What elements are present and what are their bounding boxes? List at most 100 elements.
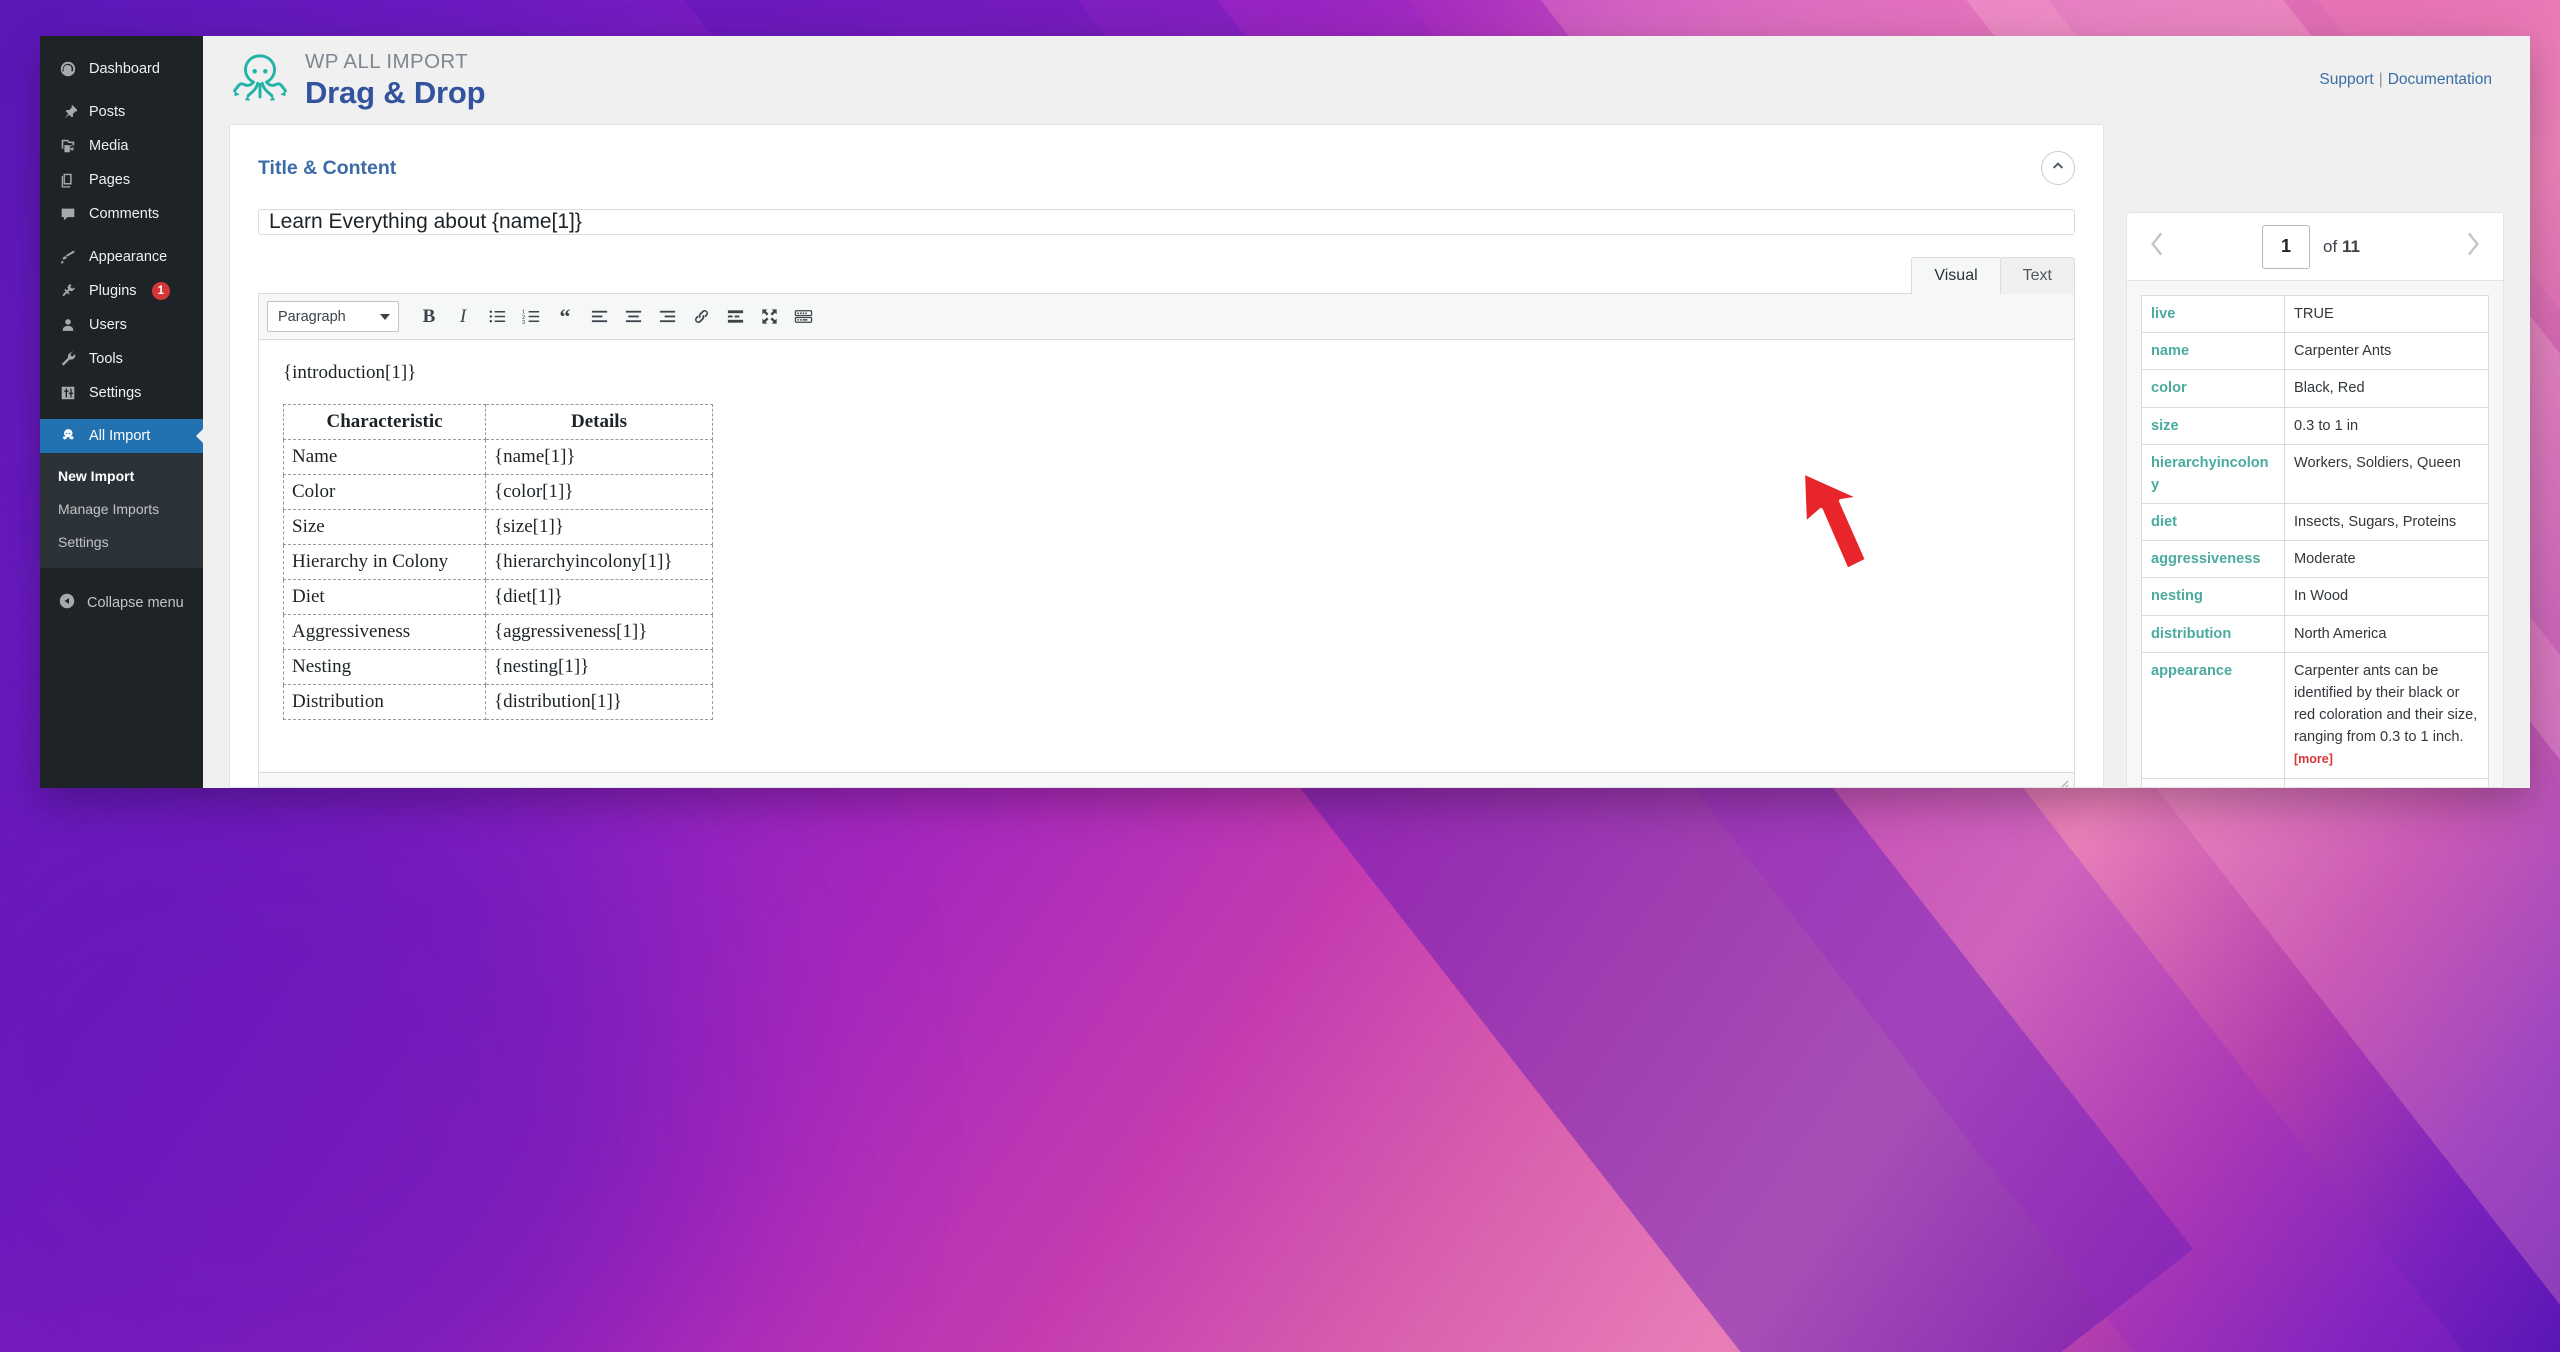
record-field-value: Carpenter Ants: [2284, 332, 2489, 371]
numbered-list-button[interactable]: 123: [515, 302, 547, 332]
sidebar-divider: [40, 86, 203, 95]
brand-block: WP ALL IMPORT Drag & Drop: [229, 49, 486, 111]
sidebar-item-pages[interactable]: Pages: [40, 163, 203, 197]
submenu-item-settings[interactable]: Settings: [40, 526, 203, 559]
sidebar-item-comments[interactable]: Comments: [40, 197, 203, 231]
header-help-links: Support | Documentation: [2319, 71, 2492, 89]
sidebar-item-label: Pages: [89, 171, 131, 188]
support-link[interactable]: Support: [2319, 71, 2373, 88]
collapse-menu-label: Collapse menu: [87, 595, 184, 611]
paragraph-format-select[interactable]: Paragraph: [267, 301, 399, 332]
record-field-row: nesting In Wood: [2141, 577, 2489, 616]
sidebar-item-label: Users: [89, 316, 127, 333]
table-cell-characteristic: Color: [283, 474, 486, 510]
octopus-logo-icon: [229, 49, 291, 111]
table-cell-characteristic: Nesting: [283, 649, 486, 685]
italic-button[interactable]: I: [447, 302, 479, 332]
editor-resize-bar[interactable]: [259, 772, 2074, 787]
record-field-row: name Carpenter Ants: [2141, 332, 2489, 371]
record-field-row: hierarchyincolony Workers, Soldiers, Quee…: [2141, 443, 2489, 505]
post-title-value: Learn Everything about {name[1]}: [269, 210, 582, 233]
page-number-input[interactable]: 1: [2262, 224, 2311, 269]
record-field-row: appearance Carpenter ants can be identifi…: [2141, 651, 2489, 779]
record-field-value: Black, Red: [2284, 369, 2489, 408]
brand-text: WP ALL IMPORT Drag & Drop: [305, 49, 486, 108]
submenu-item-manage-imports[interactable]: Manage Imports: [40, 493, 203, 526]
align-left-button[interactable]: [583, 302, 615, 332]
collapse-section-button[interactable]: [2041, 151, 2075, 185]
next-record-button[interactable]: [2455, 227, 2489, 267]
sidebar-item-settings[interactable]: Settings: [40, 376, 203, 410]
resize-grip-icon: [2057, 778, 2069, 787]
admin-sidebar: Dashboard Posts Media Pages Comments App…: [40, 36, 203, 788]
chevron-up-icon: [2050, 158, 2066, 179]
sidebar-item-users[interactable]: Users: [40, 308, 203, 342]
sidebar-item-appearance[interactable]: Appearance: [40, 240, 203, 274]
record-field-value: Carpenter ants can be identified by thei…: [2284, 651, 2489, 779]
align-right-button[interactable]: [651, 302, 683, 332]
sidebar-item-label: Tools: [89, 350, 123, 367]
table-header-row: Characteristic Details: [283, 404, 713, 440]
table-cell-details: {nesting[1]}: [485, 649, 713, 685]
tab-text[interactable]: Text: [1999, 257, 2075, 294]
sidebar-item-posts[interactable]: Posts: [40, 95, 203, 129]
sidebar-item-dashboard[interactable]: Dashboard: [40, 52, 203, 86]
main-content: WP ALL IMPORT Drag & Drop Support | Docume…: [203, 36, 2530, 788]
fullscreen-button[interactable]: [753, 302, 785, 332]
title-content-card: Title & Content Learn Everything about {…: [229, 124, 2104, 788]
record-field-row: aggressiveness Moderate: [2141, 540, 2489, 579]
align-center-button[interactable]: [617, 302, 649, 332]
table-cell-details: {distribution[1]}: [485, 684, 713, 720]
bulleted-list-button[interactable]: [481, 302, 513, 332]
table-cell-characteristic: Distribution: [283, 684, 486, 720]
editor-content-body[interactable]: {introduction[1]} Characteristic Details…: [259, 340, 2074, 772]
brush-icon: [58, 247, 78, 267]
record-field-row: habitatCarpenter ants nest in wood, crea…: [2141, 777, 2489, 787]
record-field-key: diet: [2141, 503, 2285, 542]
sidebar-item-label: Dashboard: [89, 60, 160, 77]
table-row: Name {name[1]}: [283, 439, 713, 475]
table-cell-characteristic: Aggressiveness: [283, 614, 486, 650]
table-cell-details: {aggressiveness[1]}: [485, 614, 713, 650]
previous-record-button[interactable]: [2141, 227, 2175, 267]
column-header-characteristic: Characteristic: [283, 404, 486, 440]
blockquote-button[interactable]: “: [549, 302, 581, 332]
more-link[interactable]: [more]: [2294, 752, 2333, 766]
documentation-link[interactable]: Documentation: [2388, 71, 2492, 88]
post-title-input[interactable]: Learn Everything about {name[1]}: [258, 209, 2075, 235]
wrench-icon: [58, 349, 78, 369]
editor-intro-shortcode: {introduction[1]}: [283, 362, 417, 383]
sidebar-item-plugins[interactable]: Plugins 1: [40, 274, 203, 308]
collapse-arrow-icon: [58, 592, 76, 614]
record-field-row: color Black, Red: [2141, 369, 2489, 408]
record-field-key: name: [2141, 332, 2285, 371]
editor-box: Paragraph B I 123 “ {introduction[1]} Ch…: [258, 293, 2075, 787]
table-cell-details: {hierarchyincolony[1]}: [485, 544, 713, 580]
table-row: Color {color[1]}: [283, 474, 713, 510]
all-import-submenu: New Import Manage Imports Settings: [40, 453, 203, 568]
editor-table-body: Name {name[1]} Color {color[1]} Size {size[1]…: [283, 439, 713, 720]
insert-link-button[interactable]: [685, 302, 717, 332]
record-field-row: distribution North America: [2141, 614, 2489, 653]
submenu-item-new-import[interactable]: New Import: [40, 460, 203, 493]
record-field-key: size: [2141, 406, 2285, 445]
sidebar-item-tools[interactable]: Tools: [40, 342, 203, 376]
toolbar-toggle-button[interactable]: [787, 302, 819, 332]
sidebar-item-label: Posts: [89, 103, 126, 120]
user-icon: [58, 315, 78, 335]
link-separator: |: [2378, 71, 2383, 88]
svg-text:3: 3: [522, 320, 525, 326]
table-row: Nesting {nesting[1]}: [283, 649, 713, 685]
preview-scroll-area[interactable]: live TRUE name Carpenter Ants color Black, Re…: [2127, 281, 2503, 787]
record-pager: 1 of 11: [2127, 213, 2503, 281]
read-more-button[interactable]: [719, 302, 751, 332]
tab-visual[interactable]: Visual: [1911, 257, 2001, 294]
bold-button[interactable]: B: [413, 302, 445, 332]
content-area: Title & Content Learn Everything about {…: [203, 124, 2530, 788]
comments-icon: [58, 204, 78, 224]
collapse-menu-button[interactable]: Collapse menu: [40, 586, 203, 620]
sidebar-item-media[interactable]: Media: [40, 129, 203, 163]
brand-top-label: WP ALL IMPORT: [305, 49, 469, 73]
sidebar-item-label: Settings: [89, 384, 142, 401]
sidebar-item-all-import[interactable]: All Import: [40, 419, 203, 453]
